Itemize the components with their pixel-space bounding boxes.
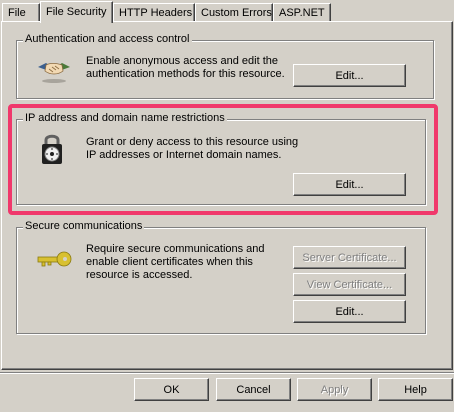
tab-file[interactable]: File: [2, 3, 40, 22]
tab-aspnet[interactable]: ASP.NET: [273, 3, 331, 22]
cancel-button[interactable]: Cancel: [216, 378, 291, 401]
button-label: Help: [404, 383, 427, 396]
highlight-box: [8, 104, 438, 215]
button-label: OK: [163, 383, 180, 396]
secure-communications-description: Require secure communications and enable…: [86, 243, 265, 281]
server-certificate-button[interactable]: Server Certificate...: [293, 246, 406, 269]
key-icon: [36, 250, 72, 275]
button-label: Server Certificate...: [302, 251, 397, 264]
view-certificate-button[interactable]: View Certificate...: [293, 273, 406, 296]
button-label: Edit...: [335, 69, 364, 82]
button-label: View Certificate...: [306, 278, 393, 291]
secure-communications-edit-button[interactable]: Edit...: [293, 300, 406, 323]
tab-http-headers[interactable]: HTTP Headers: [113, 3, 195, 22]
secure-communications-group-title: Secure communications: [23, 220, 145, 232]
tab-label: HTTP Headers: [119, 7, 193, 19]
button-label: Apply: [320, 383, 349, 396]
tab-label: File Security: [46, 6, 107, 18]
tab-label: File: [8, 7, 26, 19]
tab-custom-errors[interactable]: Custom Errors: [195, 3, 273, 22]
help-button[interactable]: Help: [378, 378, 453, 401]
tab-label: ASP.NET: [279, 7, 325, 19]
tab-file-security[interactable]: File Security: [40, 1, 113, 23]
tab-label: Custom Errors: [201, 7, 272, 19]
handshake-icon: [36, 57, 72, 88]
button-label: Cancel: [236, 383, 271, 396]
authentication-group-title: Authentication and access control: [23, 33, 192, 45]
button-label: Edit...: [335, 305, 364, 318]
authentication-description: Enable anonymous access and edit the aut…: [86, 55, 285, 80]
footer-divider: [0, 372, 454, 374]
apply-button[interactable]: Apply: [297, 378, 372, 401]
authentication-edit-button[interactable]: Edit...: [293, 64, 406, 87]
ok-button[interactable]: OK: [134, 378, 209, 401]
